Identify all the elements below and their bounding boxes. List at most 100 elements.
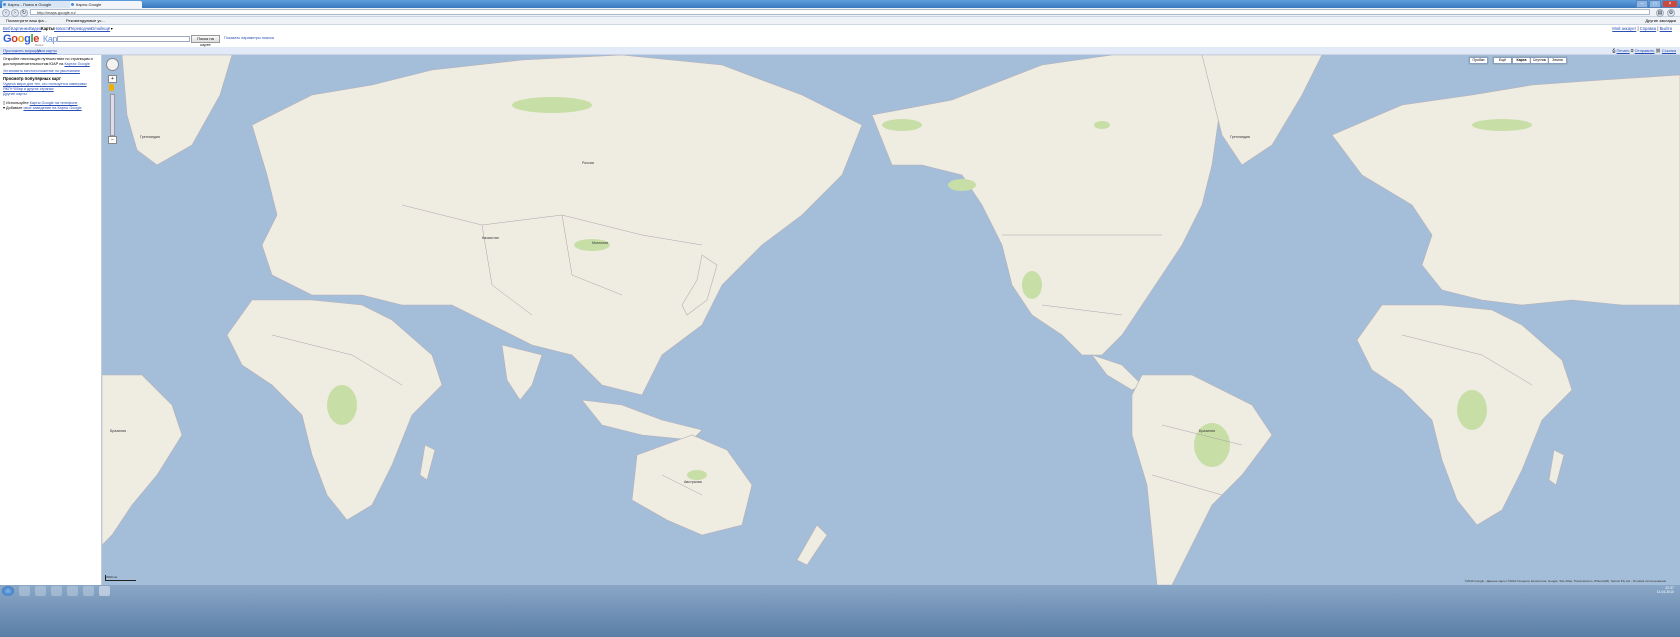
world-map [102,55,1680,585]
page-menu-icon[interactable]: ▤ [1656,9,1664,17]
south-america-left [102,374,183,546]
greenland-right [1201,55,1323,166]
folder-icon[interactable] [35,586,46,596]
clock-date[interactable]: 11.04.2010 [1657,590,1674,594]
mobile-prefix: Используйте [6,101,29,105]
popular-map-link[interactable]: Чудеса мира для тех, кто пользуется каме… [3,82,87,86]
gbar-link-video[interactable]: Видео [29,25,41,33]
other-bookmarks[interactable]: Другие закладки [1645,17,1676,24]
label-brazil: Бразилия [1199,429,1216,433]
google-favicon-icon [3,3,6,6]
send-link[interactable]: Отправить [1635,48,1655,53]
zoom-slider[interactable] [110,94,115,136]
australia [631,434,753,536]
pin-icon: ▾ [3,106,5,110]
label-australia: Австралия [684,480,702,484]
search-button[interactable]: Поиск на карте [191,35,220,47]
link-icon: ⛓ [1655,48,1661,53]
print-icon: ⎙ [1612,48,1616,53]
map-type-earth[interactable]: Земля [1548,57,1567,64]
maximize-icon[interactable]: □ [1649,0,1661,8]
gbar-account-links: Мой аккаунт | Справка | Выйти [1612,26,1672,31]
map-scale: 2000 км [105,575,136,581]
bookmark-item[interactable]: Рекомендуемые ус... [66,17,105,24]
bookmark-item[interactable]: Посмотрите ваш фа... [6,17,47,24]
strip-right-links: ⎙ Печать ✉ Отправить ⛓ Ссылка [1612,47,1676,54]
label-kazakhstan: Казахстан [482,236,499,240]
app-icon[interactable] [83,586,94,596]
close-icon[interactable]: × [1662,0,1678,8]
wrench-icon[interactable]: ⚙ [1667,9,1675,17]
map-type-satellite[interactable]: Спутник [1530,57,1549,64]
gbar-link-web[interactable]: Веб [3,25,10,33]
gbar-link-gmail[interactable]: Gmail [91,25,102,33]
gbar-link-images[interactable]: Картинки [11,25,29,33]
my-maps-link[interactable]: Мои карты [37,47,57,54]
chevron-down-icon[interactable]: ▼ [110,25,113,33]
bookmarks-bar: Посмотрите ваш фа... Рекомендуемые ус...… [0,17,1680,25]
sidebar-intro: Откройте настоящую путешествие по страни… [3,57,99,66]
reload-icon[interactable]: ↻ [20,9,28,17]
ie-icon[interactable] [19,586,30,596]
media-player-icon[interactable] [51,586,62,596]
system-tray: 22:37 11.04.2010 [1657,586,1674,594]
print-link[interactable]: Печать [1617,48,1630,53]
my-account-link[interactable]: Мой аккаунт [1612,26,1636,31]
label-greenland-right: Гренландия [1230,135,1250,139]
maps-favicon-icon [71,3,74,6]
map-copyright: ©2010 Google - Данные карты ©2010 Геоцен… [1464,579,1666,583]
zoom-out-button[interactable]: − [108,136,117,144]
gbar-link-translate[interactable]: Переводчик [69,25,92,33]
directions-link[interactable]: Проложить маршрут [3,47,41,54]
permalink-link[interactable]: Ссылка [1662,48,1676,53]
map-type-map[interactable]: Карта [1512,57,1531,64]
search-options-link[interactable]: Показать параметры поиска [224,36,274,40]
add-prefix: Добавьте [5,106,23,110]
popular-map-link[interactable]: ЯКП+YMap и других странах [3,87,54,91]
add-business-link[interactable]: свое заведение на Карты Google [23,106,81,110]
back-icon[interactable]: ‹ [2,9,10,17]
zoom-in-button[interactable]: + [108,75,117,83]
more-maps-link[interactable]: Другие карты [3,92,99,97]
forward-icon[interactable]: › [11,9,19,17]
intro-link[interactable]: Картах Google [64,62,89,66]
search-input[interactable] [57,36,190,42]
pan-control-icon[interactable] [106,58,119,71]
windows-taskbar: 22:37 11.04.2010 [0,585,1680,637]
greenland-left [121,55,233,166]
north-america [871,55,1223,356]
map-type-traffic[interactable]: Пробки [1469,57,1488,64]
tab-search[interactable]: Карты - Поиск в Google [2,1,74,8]
scale-label: 2000 км [106,575,117,579]
tab-maps[interactable]: Карты Google [70,1,142,8]
action-strip: Проложить маршрут Мои карты ⎙ Печать ✉ О… [0,47,1680,55]
browser-titlebar: Карты - Поиск в Google Карты Google – □ … [0,0,1680,8]
map-type-more[interactable]: Ещё [1493,57,1512,64]
europe-right [1331,74,1680,306]
gbar-link-news[interactable]: Новости [54,25,70,33]
pegman-icon[interactable] [109,84,114,91]
sign-out-link[interactable]: Выйти [1660,26,1672,31]
business-promo: ▾ Добавьте свое заведение на Карты Googl… [3,106,99,111]
minimize-icon[interactable]: – [1636,0,1648,8]
central-america [1091,354,1143,391]
address-bar[interactable]: http://maps.google.ru/ [30,9,1650,15]
mobile-link[interactable]: Карты Google на телефоне [30,101,78,105]
tab-label: Карты Google [76,2,102,7]
set-location-link[interactable]: Установить местоположение по умолчанию [3,69,80,73]
window-controls: – □ × [1636,0,1678,8]
india [501,344,543,401]
gbar-link-more[interactable]: ещё [102,25,110,33]
app-icon[interactable] [67,586,78,596]
label-mongolia: Монголия [592,241,609,245]
label-greenland-left: Гренландия [140,135,160,139]
chrome-icon[interactable] [99,586,110,596]
indonesia [581,399,703,441]
url-text: http://maps.google.ru/ [37,10,76,15]
mail-icon: ✉ [1630,48,1634,53]
help-link[interactable]: Справка [1640,26,1656,31]
madagascar-right [1548,449,1565,486]
phone-icon: ▯ [3,101,6,105]
map-canvas[interactable]: + − Пробки Ещё Карта Спутник Земля Росси… [102,55,1680,585]
start-button-icon[interactable] [2,586,14,596]
